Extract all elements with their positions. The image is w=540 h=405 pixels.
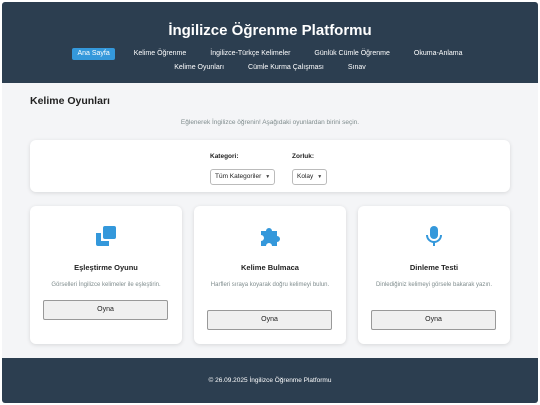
chevron-down-icon: ▼ (265, 174, 271, 180)
site-footer: © 26.09.2025 İngilizce Öğrenme Platformu (2, 358, 538, 403)
game-title: Eşleştirme Oyunu (74, 263, 138, 272)
site-title: İngilizce Öğrenme Platformu (168, 22, 372, 39)
play-button-word-puzzle[interactable]: Oyna (207, 310, 332, 330)
category-select[interactable]: Tüm Kategoriler ▼ (210, 169, 276, 185)
intro-text: Eğlenerek İngilizce öğrenin! Aşağıdaki o… (180, 119, 360, 126)
main-nav: Ana Sayfa Kelime Öğrenme İngilizce-Türkç… (2, 48, 538, 74)
microphone-icon (358, 224, 510, 250)
category-select-value: Tüm Kategoriler (215, 173, 262, 180)
game-description: Görselleri İngilizce kelimeler ile eşleş… (51, 282, 161, 288)
puzzle-icon (194, 224, 346, 250)
nav-item-daily-sentence[interactable]: Günlük Cümle Öğrenme (309, 48, 394, 60)
game-card-listening: Dinleme Testi Dinlediğiniz kelimeyi görs… (358, 206, 510, 344)
category-filter: Kategori: Tüm Kategoriler ▼ (210, 153, 276, 185)
nav-item-home[interactable]: Ana Sayfa (72, 48, 115, 60)
game-description: Dinlediğiniz kelimeyi görsele bakarak ya… (375, 282, 493, 288)
nav-item-reading[interactable]: Okuma-Anlama (409, 48, 468, 60)
game-title: Kelime Bulmaca (241, 263, 299, 272)
filter-panel: Kategori: Tüm Kategoriler ▼ Zorluk: Kola… (30, 140, 510, 192)
difficulty-select[interactable]: Kolay ▼ (292, 169, 328, 185)
page-title: Kelime Oyunları (30, 95, 110, 107)
difficulty-select-value: Kolay (297, 173, 314, 180)
site-header: İngilizce Öğrenme Platformu Ana Sayfa Ke… (2, 2, 538, 83)
game-card-matching: Eşleştirme Oyunu Görselleri İngilizce ke… (30, 206, 182, 344)
nav-item-sentence-building[interactable]: Cümle Kurma Çalışması (243, 62, 329, 74)
footer-text: © 26.09.2025 İngilizce Öğrenme Platformu (208, 377, 332, 384)
difficulty-label: Zorluk: (292, 153, 315, 160)
category-label: Kategori: (210, 153, 239, 160)
nav-item-word-learning[interactable]: Kelime Öğrenme (129, 48, 192, 60)
game-title: Dinleme Testi (409, 263, 459, 272)
clone-icon (30, 224, 182, 250)
game-description: Harfleri sıraya koyarak doğru kelimeyi b… (210, 282, 330, 288)
nav-item-english-turkish-words[interactable]: İngilizce-Türkçe Kelimeler (205, 48, 295, 60)
play-button-listening[interactable]: Oyna (371, 310, 496, 330)
page: İngilizce Öğrenme Platformu Ana Sayfa Ke… (2, 2, 538, 403)
nav-item-exam[interactable]: Sınav (343, 62, 371, 74)
game-card-word-puzzle: Kelime Bulmaca Harfleri sıraya koyarak d… (194, 206, 346, 344)
play-button-matching[interactable]: Oyna (43, 300, 168, 320)
difficulty-filter: Zorluk: Kolay ▼ (292, 153, 328, 185)
chevron-down-icon: ▼ (317, 174, 323, 180)
nav-item-word-games[interactable]: Kelime Oyunları (169, 62, 229, 74)
